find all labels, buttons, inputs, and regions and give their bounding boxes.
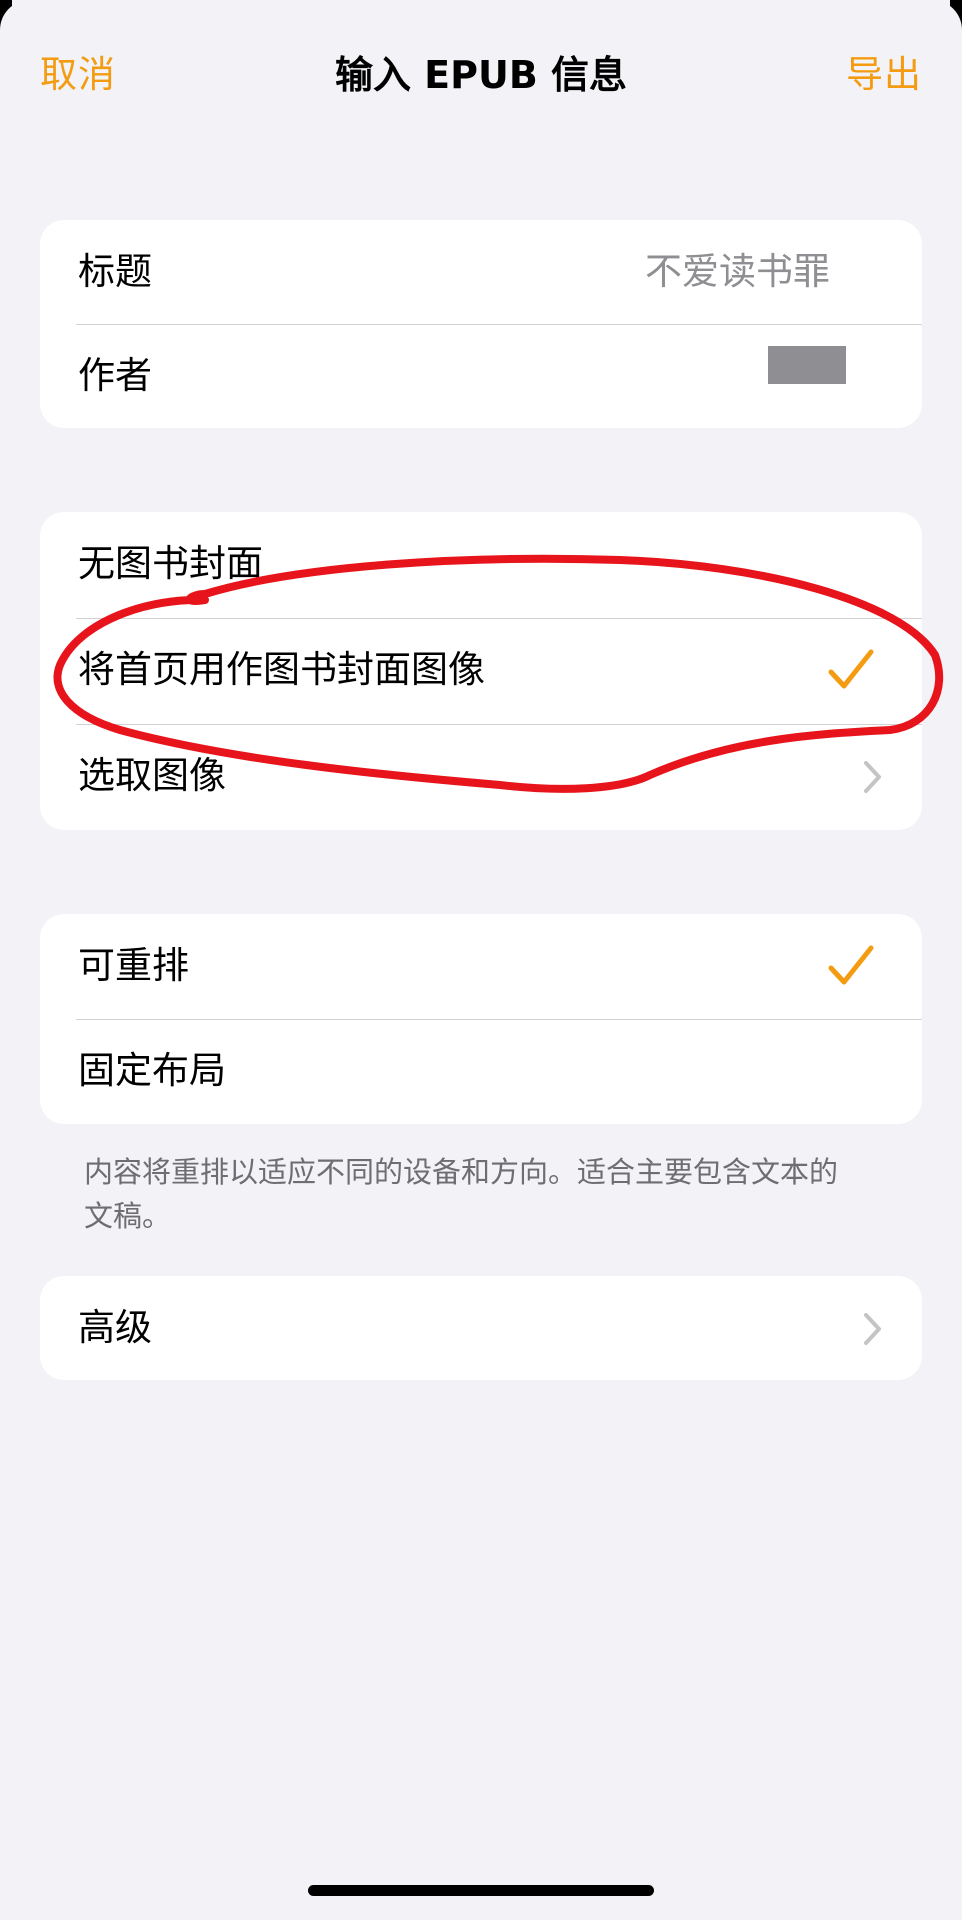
metadata-group: 标题 不爱读书罪 作者: [40, 220, 922, 428]
layout-option-fixed[interactable]: 固定布局: [40, 1019, 922, 1124]
cover-option-none[interactable]: 无图书封面: [40, 512, 922, 618]
export-button[interactable]: 导出: [846, 44, 922, 98]
title-field[interactable]: 不爱读书罪: [645, 220, 830, 324]
layout-group: 可重排 固定布局: [40, 914, 922, 1124]
layout-option-reflowable[interactable]: 可重排: [40, 914, 922, 1019]
cover-group: 无图书封面 将首页用作图书封面图像 选取图像: [40, 512, 922, 830]
cover-option-first-page[interactable]: 将首页用作图书封面图像: [40, 618, 922, 724]
title-label: 标题: [78, 250, 152, 293]
reflowable-label: 可重排: [78, 944, 189, 987]
cover-none-label: 无图书封面: [78, 542, 263, 585]
screen-corner-right: [902, 0, 962, 60]
author-field-redacted[interactable]: [768, 346, 846, 384]
advanced-row[interactable]: 高级: [40, 1276, 922, 1380]
sheet: 取消 输入 EPUB 信息 导出 标题 不爱读书罪 作者 无图书封面 将首页用作…: [0, 0, 962, 1920]
chevron-right-icon: [864, 1313, 881, 1345]
cover-option-choose-image[interactable]: 选取图像: [40, 724, 922, 830]
title-row[interactable]: 标题 不爱读书罪: [40, 220, 922, 324]
cover-first-page-label: 将首页用作图书封面图像: [78, 648, 485, 691]
checkmark-icon: [828, 945, 874, 985]
screen-corner-left: [0, 0, 60, 60]
choose-image-label: 选取图像: [78, 754, 226, 797]
chevron-right-icon: [864, 761, 881, 793]
layout-footnote: 内容将重排以适应不同的设备和方向。适合主要包含文本的文稿。: [84, 1155, 839, 1233]
author-label: 作者: [78, 354, 152, 397]
advanced-label: 高级: [78, 1306, 152, 1349]
author-row[interactable]: 作者: [40, 324, 922, 428]
fixed-layout-label: 固定布局: [78, 1049, 226, 1092]
advanced-group: 高级: [40, 1276, 922, 1380]
page-title: 输入 EPUB 信息: [334, 53, 628, 97]
home-indicator[interactable]: [308, 1885, 654, 1896]
checkmark-icon: [828, 649, 874, 689]
